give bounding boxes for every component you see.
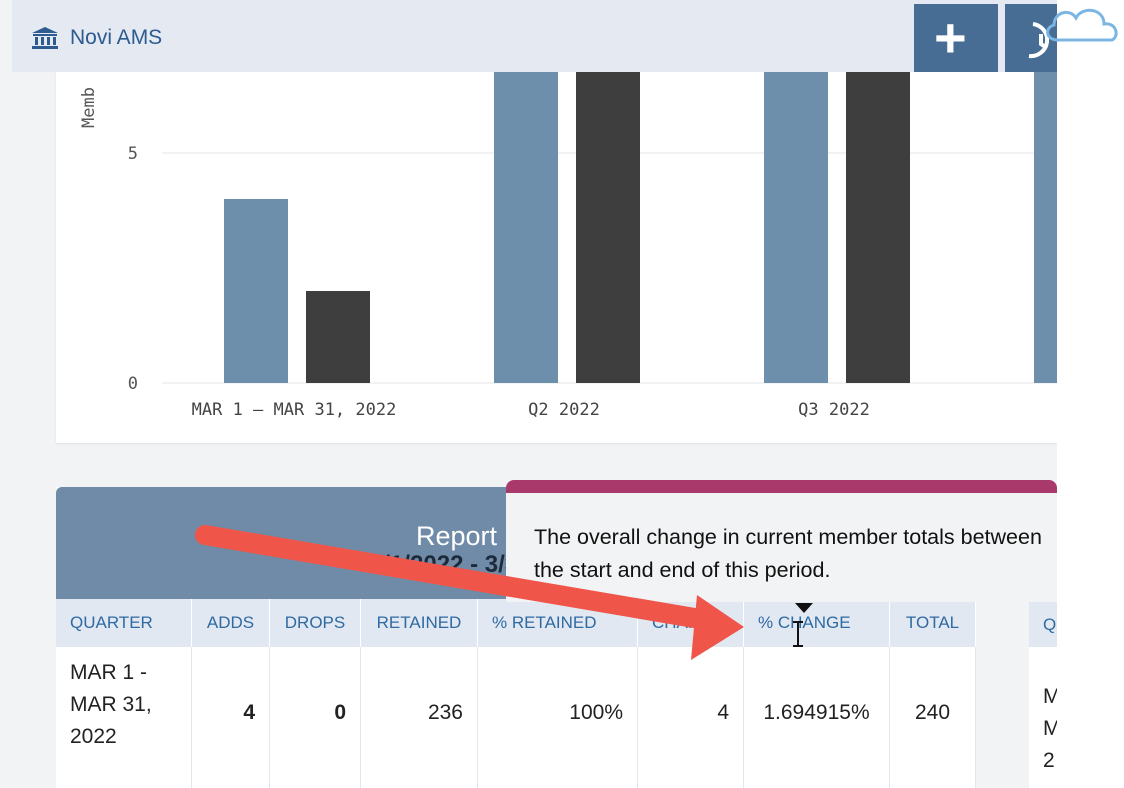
cloud-icon [1046, 8, 1118, 42]
page: Novi AMS + 0510MembMAR 1 – MAR 31, 2022Q… [0, 0, 1057, 788]
annotation-arrow-icon [195, 525, 744, 660]
page-margin [1057, 0, 1124, 788]
